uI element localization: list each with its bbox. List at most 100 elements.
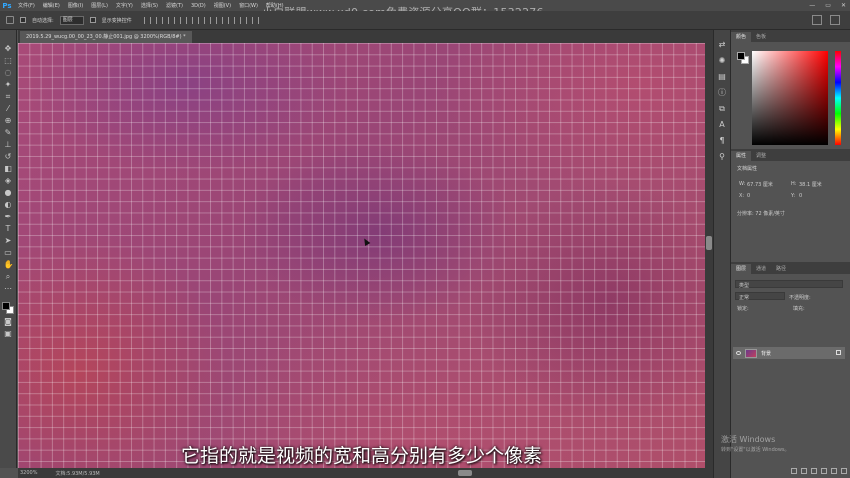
tools-panel: ✥ ⬚ ◌ ✦ ⌗ ⁄ ⊕ ✎ ⊥ ↺ ◧ ◈ ● ◐ ✒ T ➤ ▭ ✋ ⌕ … [0,30,17,468]
layer-row[interactable]: 背景 [733,347,845,359]
y-label: Y: [791,193,796,199]
brush-tool-icon[interactable]: ✎ [4,128,13,137]
height-value[interactable]: 38.1 厘米 [799,181,822,188]
menu-file[interactable]: 文件(F) [14,2,39,9]
menu-view[interactable]: 视图(V) [210,2,235,9]
add-mask-icon[interactable] [811,468,817,474]
distribute-vcenter-icon[interactable] [227,16,235,24]
options-bar: 自动选择: 图层 显示变换控件 [0,11,850,30]
foreground-color-swatch[interactable] [2,302,10,310]
info-panel-icon[interactable]: ⓘ [718,88,727,97]
tab-color[interactable]: 颜色 [731,32,752,42]
search-icon[interactable] [812,15,822,25]
menu-select[interactable]: 选择(S) [137,2,162,9]
move-tool-icon[interactable] [6,16,14,24]
menu-layer[interactable]: 图层(L) [87,2,112,9]
align-vcenter-icon[interactable] [155,16,163,24]
eyedropper-tool-icon[interactable]: ⁄ [4,104,13,113]
new-layer-icon[interactable] [841,468,847,474]
blur-tool-icon[interactable]: ● [4,188,13,197]
hue-slider[interactable] [835,51,841,145]
align-bottom-icon[interactable] [167,16,175,24]
align-right-icon[interactable] [203,16,211,24]
align-left-icon[interactable] [179,16,187,24]
eraser-tool-icon[interactable]: ◧ [4,164,13,173]
activate-windows-title: 激活 Windows [721,435,776,444]
paragraph-panel-icon[interactable]: ¶ [718,136,727,145]
zoom-level[interactable]: 3200% [20,470,37,476]
distribute-bottom-icon[interactable] [239,16,247,24]
clone-stamp-tool-icon[interactable]: ⊥ [4,140,13,149]
menu-image[interactable]: 图像(I) [64,2,87,9]
healing-brush-tool-icon[interactable]: ⊕ [4,116,13,125]
layer-style-icon[interactable] [801,468,807,474]
workspace-icon[interactable] [830,15,840,25]
align-hcenter-icon[interactable] [191,16,199,24]
type-tool-icon[interactable]: T [4,224,13,233]
quick-mask-icon[interactable]: ◙ [4,317,13,326]
layer-kind-filter[interactable]: 类型 [735,280,843,289]
eye-icon[interactable] [736,351,741,355]
new-group-icon[interactable] [831,468,837,474]
adjustment-layer-icon[interactable] [821,468,827,474]
history-brush-tool-icon[interactable]: ↺ [4,152,13,161]
lock-label: 锁定: [737,306,749,312]
color-swatches[interactable] [2,302,14,314]
close-icon[interactable]: ✕ [841,0,846,11]
color-panel [731,42,850,149]
x-value[interactable]: 0 [747,193,750,199]
menu-edit[interactable]: 编辑(E) [39,2,64,9]
distribute-left-icon[interactable] [251,16,259,24]
lock-icon[interactable] [836,350,841,355]
panel-icon-column: ⇄ ✺ ▤ ⓘ ⧉ A ¶ ⚲ [713,30,731,478]
vertical-scroll-thumb[interactable] [706,236,712,250]
clone-source-icon[interactable]: ⧉ [718,104,727,113]
menu-type[interactable]: 文字(Y) [112,2,137,9]
layer-name[interactable]: 背景 [761,350,771,357]
document-tab[interactable]: 2019.5.29_wucg.00_00_23_00.静止001.jpg @ 3… [20,31,192,43]
rectangle-tool-icon[interactable]: ▭ [4,248,13,257]
image-canvas[interactable]: 它指的就是视频的宽和高分别有多少个像素 [18,43,705,468]
marquee-tool-icon[interactable]: ⬚ [4,56,13,65]
properties-title: 文档属性 [737,166,758,172]
history-panel-icon[interactable]: ⇄ [718,40,727,49]
brush-settings-icon[interactable]: ✺ [718,56,727,65]
vertical-scrollbar[interactable] [705,43,713,468]
show-transform-checkbox[interactable] [89,17,96,23]
link-layers-icon[interactable] [791,468,797,474]
color-field[interactable] [752,51,828,145]
menu-window[interactable]: 窗口(W) [235,2,262,9]
paint-bucket-tool-icon[interactable]: ◈ [4,176,13,185]
horizontal-scroll-thumb[interactable] [458,470,472,476]
magic-wand-tool-icon[interactable]: ✦ [4,80,13,89]
more-tools-icon[interactable]: ⋯ [4,284,13,293]
width-label: W: [739,181,746,187]
blend-mode-select[interactable]: 正常 [735,292,785,301]
pen-tool-icon[interactable]: ✒ [4,212,13,221]
hand-tool-icon[interactable]: ✋ [4,260,14,269]
crop-tool-icon[interactable]: ⌗ [4,92,13,101]
menu-3d[interactable]: 3D(D) [187,3,210,9]
auto-select-dropdown[interactable]: 图层 [59,15,84,25]
minimize-icon[interactable]: — [809,0,815,11]
tab-swatches[interactable]: 色板 [751,32,771,42]
foreground-color-chip[interactable] [737,52,745,60]
align-top-icon[interactable] [143,16,151,24]
width-value[interactable]: 67.73 厘米 [747,181,773,188]
menu-filter[interactable]: 滤镜(T) [162,2,187,9]
screen-mode-icon[interactable]: ▣ [4,329,13,338]
glyphs-panel-icon[interactable]: ⚲ [718,152,727,161]
distribute-top-icon[interactable] [215,16,223,24]
color-panel-tabs: 颜色 色板 [731,30,850,42]
character-panel-icon[interactable]: A [718,120,727,129]
move-tool-icon[interactable]: ✥ [4,44,13,53]
path-selection-tool-icon[interactable]: ➤ [4,236,13,245]
actions-panel-icon[interactable]: ▤ [718,72,727,81]
y-value[interactable]: 0 [799,193,802,199]
dodge-tool-icon[interactable]: ◐ [4,200,13,209]
lasso-tool-icon[interactable]: ◌ [4,68,13,77]
maximize-icon[interactable]: ▭ [825,0,831,11]
auto-select-checkbox[interactable] [20,17,26,23]
fill-label: 填充: [793,306,805,312]
zoom-tool-icon[interactable]: ⌕ [4,272,13,281]
